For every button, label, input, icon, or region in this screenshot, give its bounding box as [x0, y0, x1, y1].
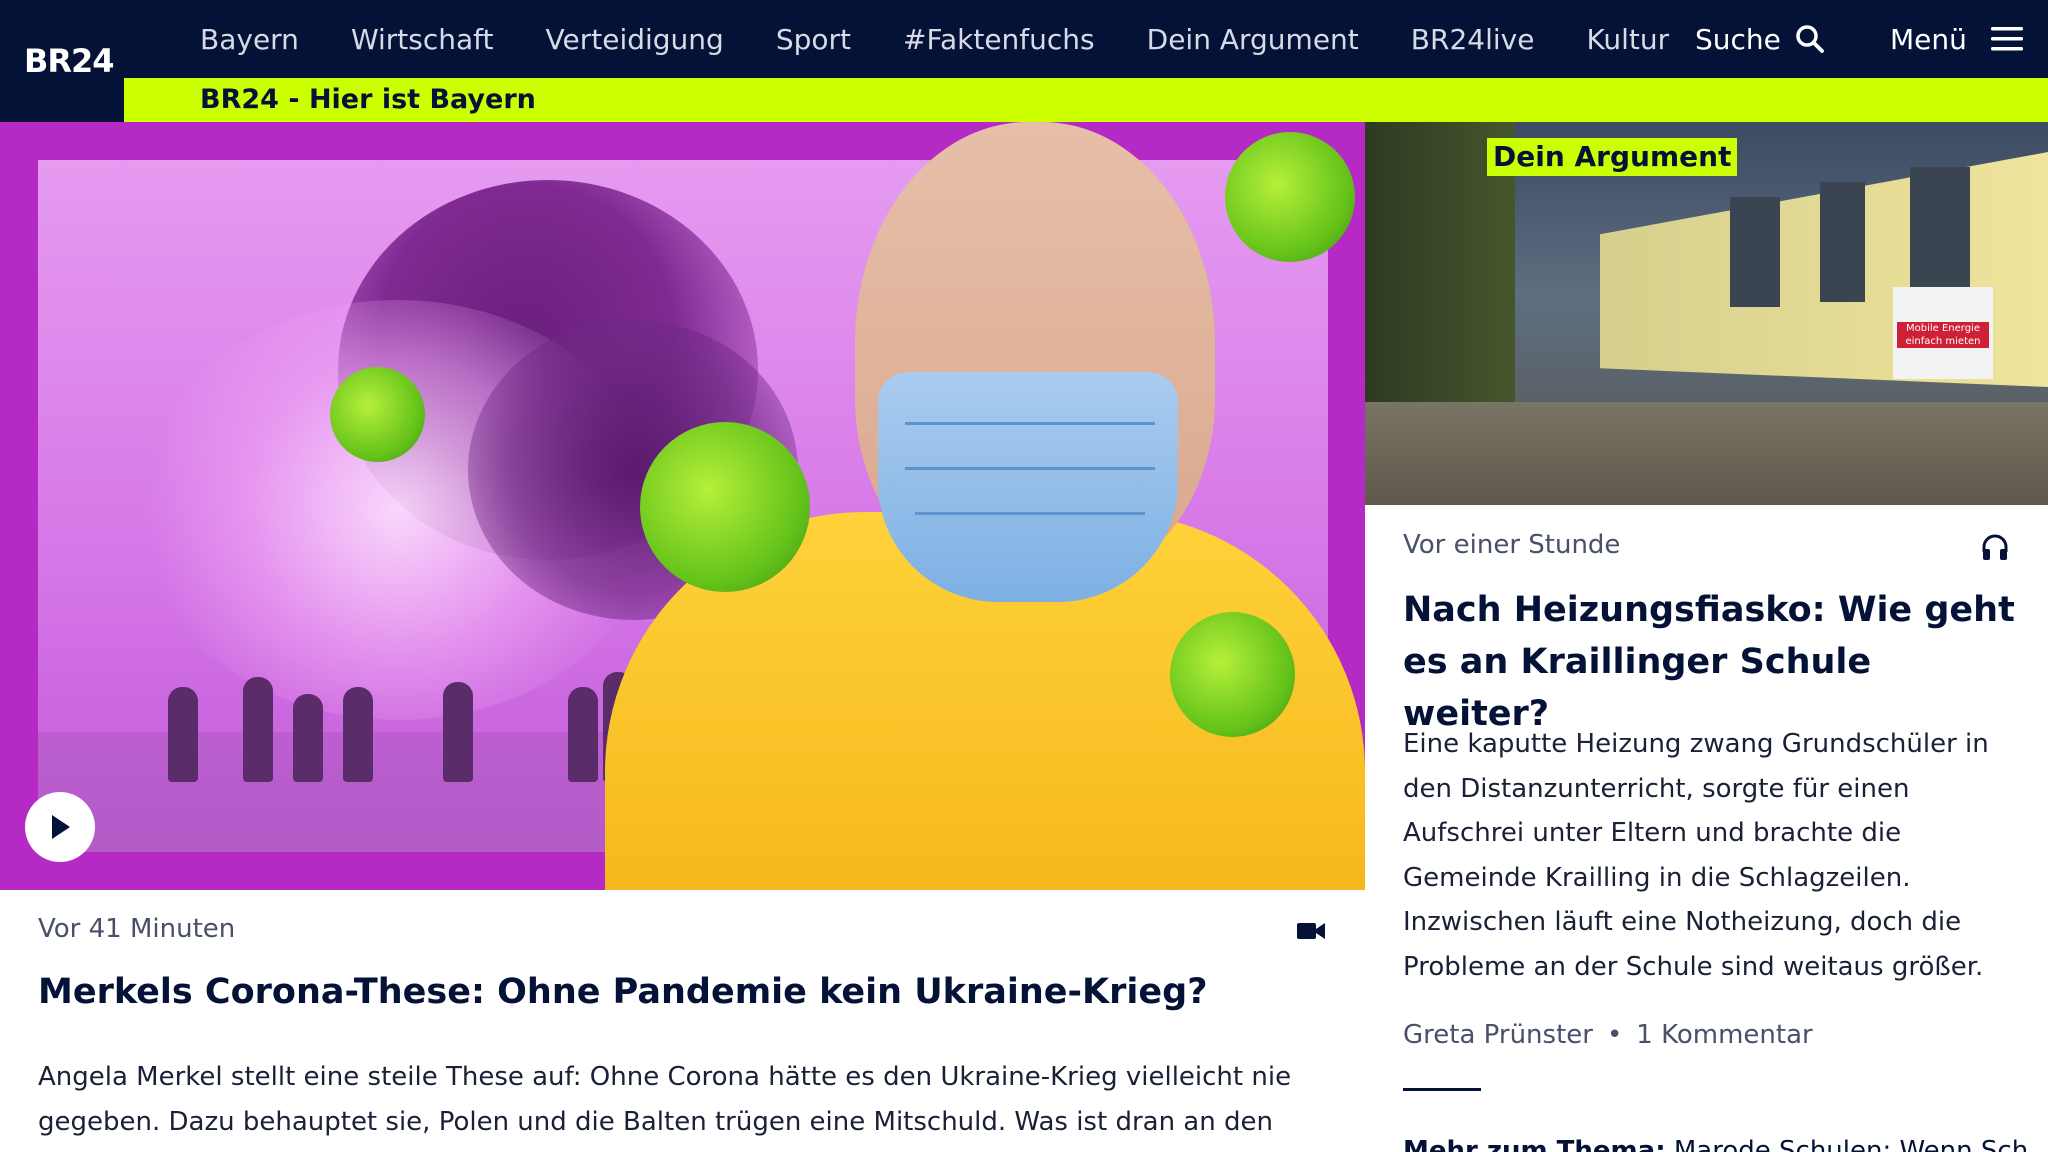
soldier-silhouette: [168, 687, 198, 782]
nav-item-sport[interactable]: Sport: [776, 23, 851, 56]
lead-article-time: Vor 41 Minuten: [38, 914, 236, 944]
nav-item-bayern[interactable]: Bayern: [200, 23, 299, 56]
search-button[interactable]: Suche: [1695, 0, 1825, 78]
virus-graphic: [640, 422, 810, 592]
mask-fold: [905, 422, 1155, 425]
face-mask: [878, 372, 1178, 602]
soldier-silhouette: [443, 682, 473, 782]
side-article-title[interactable]: Nach Heizungsfiasko: Wie geht es an Krai…: [1403, 584, 2023, 740]
menu-button[interactable]: Menü: [1890, 0, 2023, 78]
hamburger-icon: [1990, 27, 2023, 51]
mask-fold: [915, 512, 1145, 515]
building-window: [1730, 197, 1780, 307]
side-article-time: Vor einer Stunde: [1403, 530, 1621, 560]
video-camera-icon: [1296, 920, 1326, 946]
nav-item-verteidigung[interactable]: Verteidigung: [546, 23, 724, 56]
nav-item-kultur[interactable]: Kultur: [1586, 23, 1669, 56]
play-icon: [52, 815, 70, 839]
br24-logo[interactable]: BR24: [24, 42, 115, 80]
nav-item-faktenfuchs[interactable]: #Faktenfuchs: [903, 23, 1095, 56]
search-label: Suche: [1695, 22, 1781, 56]
main-nav: Bayern Wirtschaft Verteidigung Sport #Fa…: [200, 0, 1721, 78]
logo-block[interactable]: BR24: [0, 0, 124, 122]
virus-graphic: [330, 367, 425, 462]
energy-sign-text: Mobile Energie einfach mieten: [1897, 322, 1989, 348]
mask-fold: [905, 467, 1155, 470]
section-divider: [1403, 1088, 1481, 1091]
side-article-teaser[interactable]: Eine kaputte Heizung zwang Grundschüler …: [1403, 722, 2023, 989]
side-article-byline: Greta Prünster • 1 Kommentar: [1403, 1020, 1813, 1050]
virus-graphic: [1225, 132, 1355, 262]
headphones-icon: [1980, 532, 2010, 566]
separator-dot: •: [1606, 1020, 1623, 1050]
category-tag[interactable]: Dein Argument: [1487, 138, 1738, 176]
author-name: Greta Prünster: [1403, 1020, 1593, 1050]
tagline[interactable]: BR24 - Hier ist Bayern: [200, 78, 536, 122]
more-on-topic-link[interactable]: Mehr zum Thema: Marode Schulen: Wenn Sch: [1403, 1133, 2048, 1152]
lead-article-teaser[interactable]: Angela Merkel stellt eine steile These a…: [38, 1055, 1298, 1145]
building-window: [1910, 167, 1970, 292]
comment-count[interactable]: 1 Kommentar: [1636, 1020, 1812, 1050]
lead-article-title[interactable]: Merkels Corona-These: Ohne Pandemie kein…: [38, 972, 1208, 1012]
nav-item-br24live[interactable]: BR24live: [1411, 23, 1535, 56]
soldier-silhouette: [243, 677, 273, 782]
lead-article-image[interactable]: [0, 122, 1365, 890]
soldier-silhouette: [293, 694, 323, 782]
menu-label: Menü: [1890, 22, 1967, 56]
side-article-image[interactable]: Mobile Energie einfach mieten: [1365, 122, 2048, 505]
more-text: Marode Schulen: Wenn Sch: [1673, 1136, 2029, 1152]
building-window: [1820, 182, 1865, 302]
nav-item-dein-argument[interactable]: Dein Argument: [1147, 23, 1359, 56]
search-icon: [1796, 25, 1824, 53]
more-label: Mehr zum Thema:: [1403, 1136, 1666, 1152]
virus-graphic: [1170, 612, 1295, 737]
schoolyard: [1365, 402, 2048, 505]
soldier-silhouette: [568, 687, 598, 782]
nav-item-wirtschaft[interactable]: Wirtschaft: [351, 23, 494, 56]
play-button[interactable]: [25, 792, 95, 862]
soldier-silhouette: [343, 687, 373, 782]
